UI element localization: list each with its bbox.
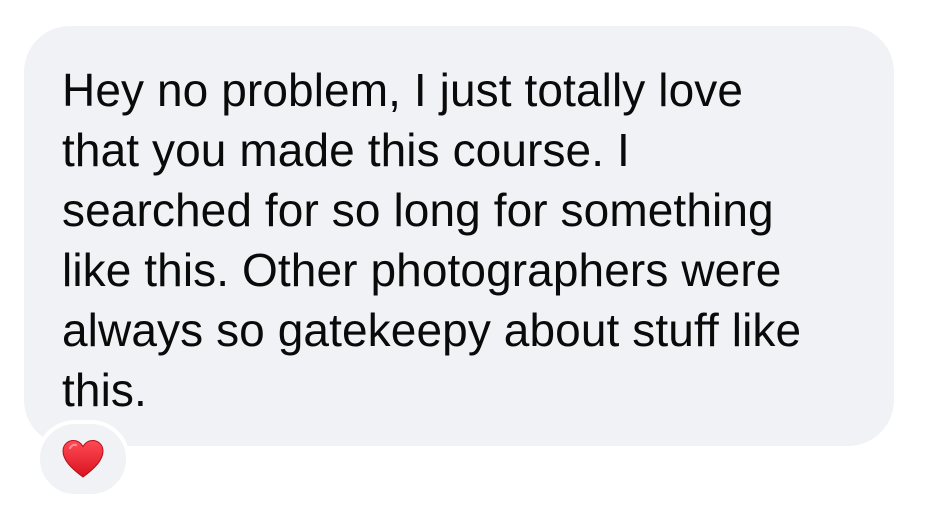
message-line: always so gatekeepy about stuff like: [62, 304, 802, 356]
heart-icon: [62, 439, 104, 478]
message-line: searched for so long for something: [62, 184, 774, 236]
message-line: that you made this course. I: [62, 124, 630, 176]
message-line: like this. Other photographers were: [62, 244, 782, 296]
message-text: Hey no problem, I just totally love that…: [62, 26, 864, 420]
chat-view: Hey no problem, I just totally love that…: [0, 0, 945, 507]
message-line: this.: [62, 364, 147, 416]
reaction-badge[interactable]: [36, 420, 130, 498]
message-line: Hey no problem, I just totally love: [62, 64, 744, 116]
message-bubble[interactable]: Hey no problem, I just totally love that…: [24, 26, 894, 446]
